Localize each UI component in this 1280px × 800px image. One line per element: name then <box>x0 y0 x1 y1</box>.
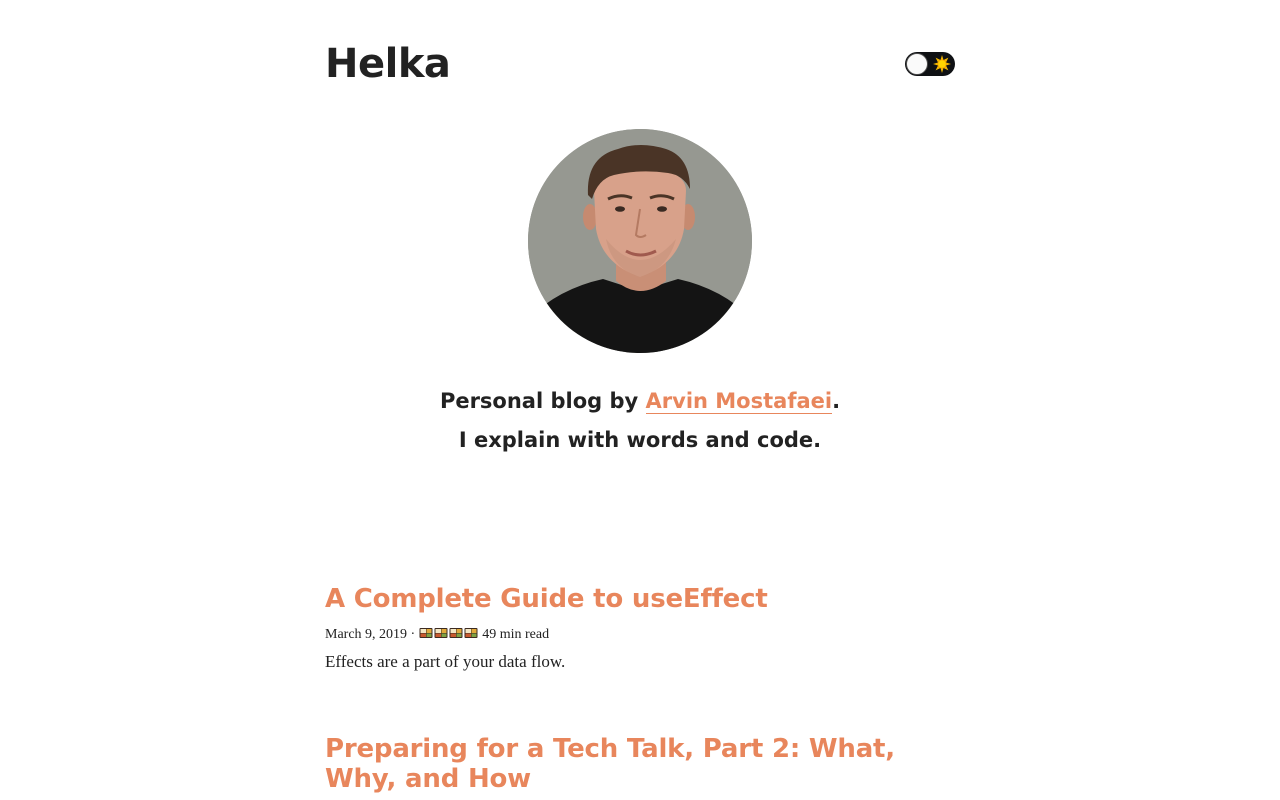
theme-toggle[interactable] <box>905 52 955 76</box>
bento-icon <box>464 628 478 638</box>
bento-icon <box>419 628 433 638</box>
post-title: Preparing for a Tech Talk, Part 2: What,… <box>325 734 955 794</box>
post-title: A Complete Guide to useEffect <box>325 584 955 614</box>
sun-icon <box>933 55 951 73</box>
site-title[interactable]: Helka <box>325 38 451 90</box>
bento-icon <box>434 628 448 638</box>
author-avatar <box>528 129 752 353</box>
avatar-photo <box>528 129 752 353</box>
read-time: 49 min read <box>482 627 550 642</box>
post-excerpt: Effects are a part of your data flow. <box>325 652 566 671</box>
bio-prefix: Personal blog by <box>439 389 646 413</box>
post-item: Preparing for a Tech Talk, Part 2: What,… <box>325 734 955 794</box>
post-title-link[interactable]: Preparing for a Tech Talk, Part 2: What,… <box>325 734 895 794</box>
bento-icon <box>449 628 463 638</box>
site-header: Helka <box>325 38 955 90</box>
bio-suffix: . <box>832 389 841 413</box>
author-bio: Personal blog by Arvin Mostafaei. I expl… <box>325 382 955 460</box>
author-link[interactable]: Arvin Mostafaei <box>645 389 833 414</box>
toggle-thumb <box>906 53 928 75</box>
post-meta: March 9, 2019 · 49 min read <box>325 626 955 644</box>
meta-separator: · <box>407 627 419 642</box>
bio-line-1: Personal blog by Arvin Mostafaei. <box>325 382 955 421</box>
bio-tagline: I explain with words and code. <box>458 428 822 452</box>
post-date: March 9, 2019 <box>325 627 408 642</box>
read-time-icons <box>419 627 479 642</box>
post-title-link[interactable]: A Complete Guide to useEffect <box>325 584 768 614</box>
post-item: A Complete Guide to useEffect March 9, 2… <box>325 584 955 674</box>
